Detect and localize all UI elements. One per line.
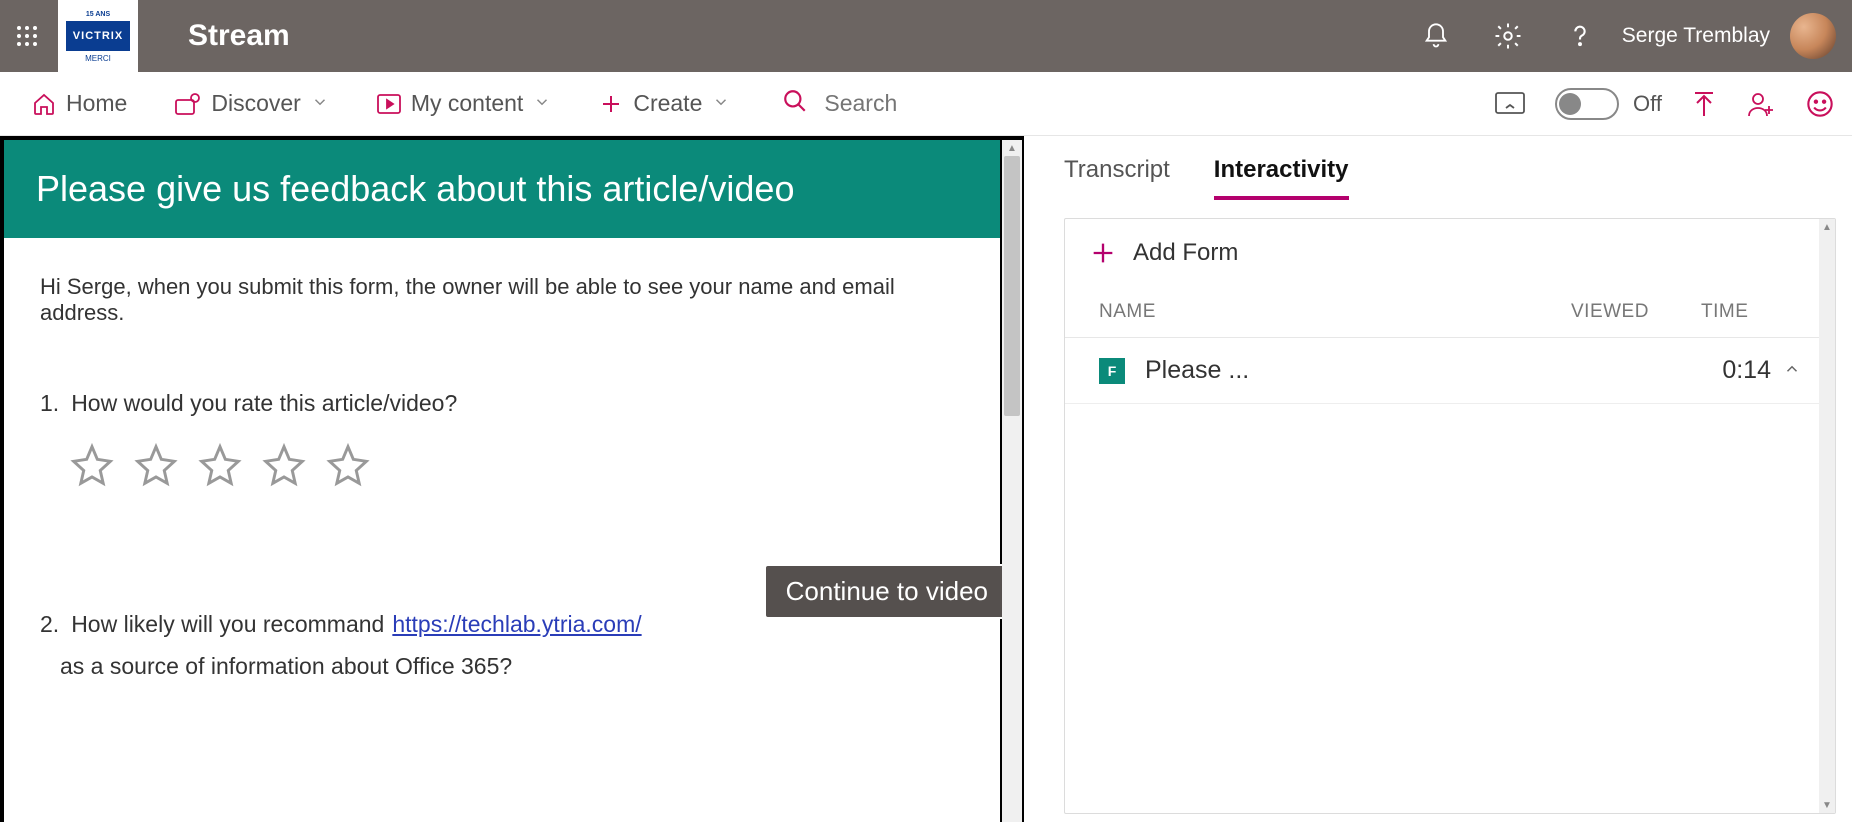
chevron-down-icon: [533, 90, 551, 117]
app-title: Stream: [188, 19, 290, 53]
plus-icon: [599, 92, 623, 116]
smiley-icon: [1806, 90, 1834, 118]
home-icon: [32, 92, 56, 116]
col-time: TIME: [1701, 301, 1801, 323]
person-add-icon: [1746, 90, 1776, 118]
star-rating[interactable]: [40, 443, 964, 487]
cast-icon: [1495, 92, 1525, 116]
nav-my-content[interactable]: My content: [353, 72, 576, 135]
plus-icon: [1089, 239, 1117, 267]
search-icon: [782, 88, 808, 120]
logo-top-text: 15 ANS: [86, 7, 110, 21]
star-icon[interactable]: [134, 443, 178, 487]
question-icon: [1566, 19, 1594, 53]
col-viewed: VIEWED: [1571, 301, 1701, 323]
upload-icon: [1692, 90, 1716, 118]
scroll-down-icon[interactable]: ▼: [1819, 797, 1835, 813]
question-1: 1. How would you rate this article/video…: [40, 386, 964, 487]
user-name-label[interactable]: Serge Tremblay: [1616, 24, 1786, 48]
q1-text: How would you rate this article/video?: [71, 386, 457, 421]
nav-create-label: Create: [633, 90, 702, 117]
add-form-button[interactable]: Add Form: [1065, 219, 1835, 287]
col-name: NAME: [1099, 301, 1571, 323]
form-row[interactable]: F Please ... 0:14: [1065, 338, 1835, 404]
forms-icon: F: [1099, 358, 1125, 384]
autoplay-toggle[interactable]: Off: [1555, 88, 1662, 120]
waffle-icon: [16, 25, 38, 47]
notifications-button[interactable]: [1400, 0, 1472, 72]
help-button[interactable]: [1544, 0, 1616, 72]
star-icon[interactable]: [198, 443, 242, 487]
q1-number: 1.: [40, 386, 59, 421]
interactivity-panel: Add Form NAME VIEWED TIME F Please ... 0…: [1064, 218, 1836, 814]
search-input[interactable]: [824, 90, 1084, 117]
gear-icon: [1493, 21, 1523, 51]
discover-icon: [175, 93, 201, 115]
add-people-button[interactable]: [1746, 90, 1776, 118]
mycontent-icon: [377, 94, 401, 114]
app-launcher[interactable]: [0, 9, 54, 63]
chevron-down-icon: [311, 90, 329, 117]
toggle-track: [1555, 88, 1619, 120]
nav-discover-label: Discover: [211, 90, 300, 117]
nav-create[interactable]: Create: [575, 72, 754, 135]
upload-button[interactable]: [1692, 90, 1716, 118]
star-icon[interactable]: [326, 443, 370, 487]
tenant-logo[interactable]: 15 ANS VICTRIX MERCI: [58, 0, 138, 72]
cast-button[interactable]: [1495, 92, 1525, 116]
continue-to-video-button[interactable]: Continue to video: [764, 564, 1010, 619]
nav-discover[interactable]: Discover: [151, 72, 352, 135]
tab-transcript[interactable]: Transcript: [1064, 156, 1170, 200]
toggle-label: Off: [1633, 91, 1662, 117]
add-form-label: Add Form: [1133, 239, 1238, 267]
tab-interactivity[interactable]: Interactivity: [1214, 156, 1349, 200]
avatar[interactable]: [1790, 13, 1836, 59]
form-title: Please give us feedback about this artic…: [4, 140, 1000, 238]
form-scrollbar[interactable]: ▲: [1002, 140, 1022, 822]
video-region: Please give us feedback about this artic…: [0, 136, 1024, 822]
star-icon[interactable]: [262, 443, 306, 487]
column-headers: NAME VIEWED TIME: [1065, 287, 1835, 338]
row-time: 0:14: [1701, 356, 1771, 385]
q2-text-b: as a source of information about Office …: [40, 649, 512, 684]
feedback-button[interactable]: [1806, 90, 1834, 118]
panel-scrollbar[interactable]: ▲ ▼: [1819, 219, 1835, 813]
side-tabs: Transcript Interactivity: [1064, 156, 1852, 212]
nav-home-label: Home: [66, 90, 127, 117]
nav-mycontent-label: My content: [411, 90, 524, 117]
row-name: Please ...: [1145, 356, 1249, 385]
chevron-up-icon[interactable]: [1771, 356, 1801, 385]
scroll-up-icon[interactable]: ▲: [1819, 219, 1835, 235]
scroll-thumb[interactable]: [1004, 156, 1020, 416]
logo-mid-text: VICTRIX: [66, 21, 130, 51]
settings-button[interactable]: [1472, 0, 1544, 72]
scroll-up-icon[interactable]: ▲: [1002, 140, 1022, 156]
chevron-down-icon: [712, 90, 730, 117]
logo-bottom-text: MERCI: [85, 51, 111, 65]
q2-link[interactable]: https://techlab.ytria.com/: [392, 607, 641, 642]
form-privacy-note: Hi Serge, when you submit this form, the…: [40, 274, 964, 326]
q2-text-a: How likely will you recommand: [71, 607, 384, 642]
q2-number: 2.: [40, 607, 59, 642]
star-icon[interactable]: [70, 443, 114, 487]
toggle-knob: [1559, 93, 1581, 115]
embedded-form: Please give us feedback about this artic…: [4, 140, 1000, 822]
bell-icon: [1422, 22, 1450, 50]
nav-home[interactable]: Home: [8, 72, 151, 135]
